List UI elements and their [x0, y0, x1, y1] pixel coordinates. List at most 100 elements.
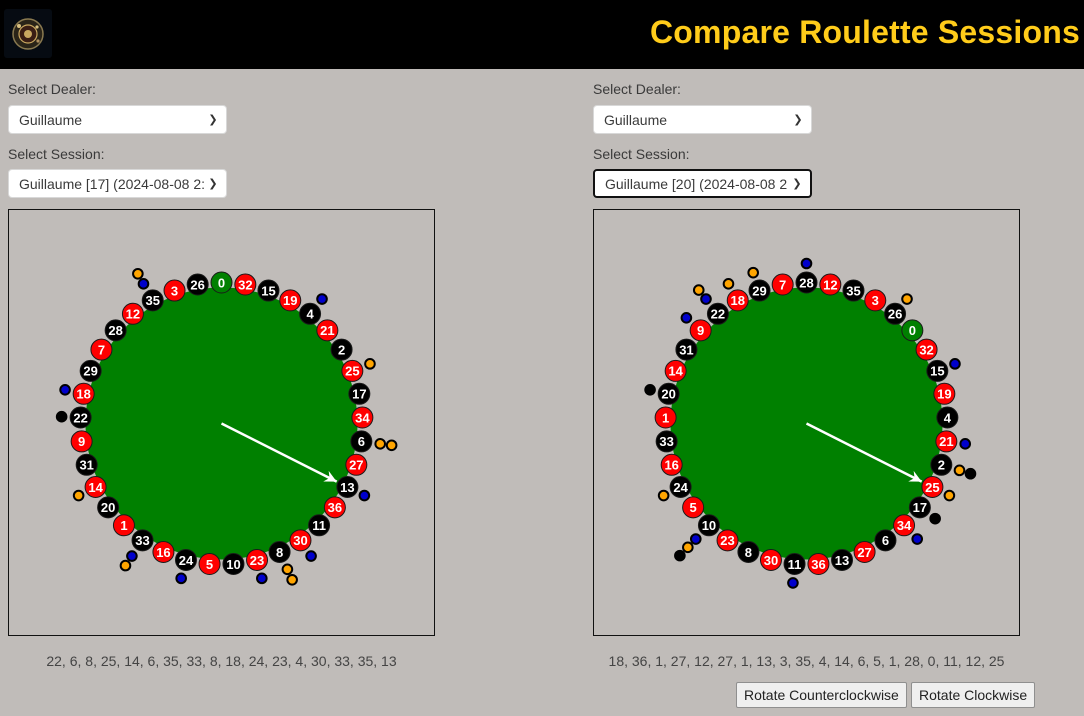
wheel-pocket: 17 [348, 382, 371, 405]
wheel-pocket: 25 [341, 359, 364, 382]
spin-marker-dot [929, 512, 941, 525]
spin-marker-dot [126, 550, 138, 562]
pocket-number: 6 [882, 533, 889, 548]
pocket-number: 4 [944, 410, 952, 425]
pocket-number: 1 [662, 410, 669, 425]
spin-marker-dot [72, 489, 85, 502]
spin-marker-dot [911, 533, 924, 545]
rotate-clockwise-button[interactable]: Rotate Clockwise [911, 682, 1036, 708]
wheel-pocket: 7 [771, 273, 794, 296]
wheel-pocket: 19 [279, 289, 302, 312]
spin-marker-dot [59, 383, 71, 396]
pocket-number: 29 [83, 364, 97, 379]
roulette-wheel-canvas: 0 32 15 19 4 21 2 25 17 34 6 27 13 36 11 30 8 23 10 5 24 16 33… [8, 209, 435, 636]
wheel-pocket: 21 [316, 319, 339, 342]
wheel-pocket: 26 [186, 273, 209, 296]
pocket-number: 15 [930, 364, 944, 379]
pocket-number: 27 [349, 458, 363, 473]
wheel-pocket: 15 [926, 359, 949, 382]
session-select[interactable]: Guillaume [20] (2024-08-08 2: ❯ [593, 169, 812, 198]
pocket-number: 1 [120, 518, 127, 533]
wheel-pocket: 23 [716, 529, 739, 552]
chevron-down-icon: ❯ [208, 178, 218, 190]
session-select-value: Guillaume [20] (2024-08-08 2: [605, 175, 788, 192]
pocket-number: 10 [702, 518, 716, 533]
wheel-pocket: 1 [112, 514, 135, 537]
pocket-number: 6 [358, 434, 365, 449]
wheel-pocket: 24 [174, 548, 197, 571]
dealer-label: Select Dealer: [8, 81, 96, 97]
wheel-pocket: 13 [831, 548, 854, 571]
spin-marker-dot [747, 266, 759, 279]
pocket-number: 17 [913, 500, 927, 515]
dealer-label: Select Dealer: [593, 81, 681, 97]
wheel-pocket: 8 [737, 540, 760, 563]
wheel-pocket: 25 [921, 475, 944, 498]
spin-marker-dot [692, 284, 705, 296]
wheel-pocket: 1 [654, 406, 677, 429]
pocket-number: 8 [276, 545, 283, 560]
pocket-number: 25 [925, 480, 939, 495]
pocket-number: 3 [872, 293, 879, 308]
pocket-number: 25 [345, 364, 359, 379]
spin-marker-dot [689, 533, 702, 545]
wheel-pocket: 17 [908, 496, 931, 519]
dealer-select[interactable]: Guillaume ❯ [8, 105, 227, 134]
pocket-number: 9 [78, 434, 85, 449]
pocket-number: 14 [668, 364, 683, 379]
pocket-number: 15 [261, 283, 275, 298]
spin-history: 18, 36, 1, 27, 12, 27, 1, 13, 3, 35, 4, … [608, 653, 1005, 669]
wheel-pocket: 15 [257, 279, 280, 302]
wheel-pocket: 27 [853, 540, 876, 563]
chevron-down-icon: ❯ [792, 178, 802, 190]
spin-marker-dot [680, 311, 693, 324]
pocket-number: 0 [218, 275, 225, 290]
wheel-pocket: 6 [350, 430, 373, 453]
spin-marker-dot [682, 541, 694, 554]
session-select[interactable]: Guillaume [17] (2024-08-08 2: ❯ [8, 169, 227, 198]
wheel-pocket: 28 [795, 271, 818, 294]
wheel-pocket: 31 [75, 453, 98, 476]
pocket-number: 4 [306, 307, 314, 322]
pocket-number: 36 [811, 557, 825, 572]
pocket-number: 11 [788, 557, 802, 572]
wheel-pocket: 34 [893, 514, 916, 537]
chevron-down-icon: ❯ [208, 114, 218, 126]
spin-marker-dot [674, 549, 686, 562]
page-title: Compare Roulette Sessions [650, 14, 1080, 50]
spin-marker-dot [949, 358, 961, 370]
pocket-number: 30 [293, 533, 307, 548]
pocket-number: 26 [190, 277, 204, 292]
pocket-number: 29 [752, 283, 766, 298]
pocket-number: 12 [823, 277, 837, 292]
spin-marker-dot [901, 293, 913, 305]
wheel-pocket: 8 [268, 540, 291, 563]
spin-marker-dot [305, 550, 317, 562]
spin-marker-dot [132, 267, 144, 280]
pocket-number: 28 [799, 275, 813, 290]
pocket-number: 34 [897, 518, 912, 533]
pocket-number: 22 [711, 307, 725, 322]
pocket-number: 28 [108, 323, 122, 338]
pocket-number: 26 [888, 307, 902, 322]
pocket-number: 17 [352, 387, 366, 402]
pocket-number: 24 [179, 553, 194, 568]
spin-marker-dot [316, 293, 328, 305]
wheel-pocket: 29 [79, 359, 102, 382]
pocket-number: 24 [673, 480, 688, 495]
wheel-pocket: 6 [874, 529, 897, 552]
wheel-pocket: 2 [330, 338, 353, 361]
session-select-value: Guillaume [17] (2024-08-08 2: [19, 175, 204, 192]
roulette-wheel: 0321519421225173462713361130823105241633… [644, 257, 977, 589]
pocket-number: 36 [328, 500, 342, 515]
wheel-pocket: 33 [131, 529, 154, 552]
rotate-counterclockwise-button[interactable]: Rotate Counterclockwise [736, 682, 907, 708]
dealer-select[interactable]: Guillaume ❯ [593, 105, 812, 134]
spin-marker-dot [55, 410, 68, 423]
pocket-number: 32 [919, 342, 933, 357]
spin-marker-dot [700, 293, 712, 305]
spin-marker-dot [364, 358, 376, 370]
spin-marker-dot [644, 383, 656, 396]
wheel-pocket: 3 [864, 289, 887, 312]
wheel-pocket: 31 [675, 338, 698, 361]
